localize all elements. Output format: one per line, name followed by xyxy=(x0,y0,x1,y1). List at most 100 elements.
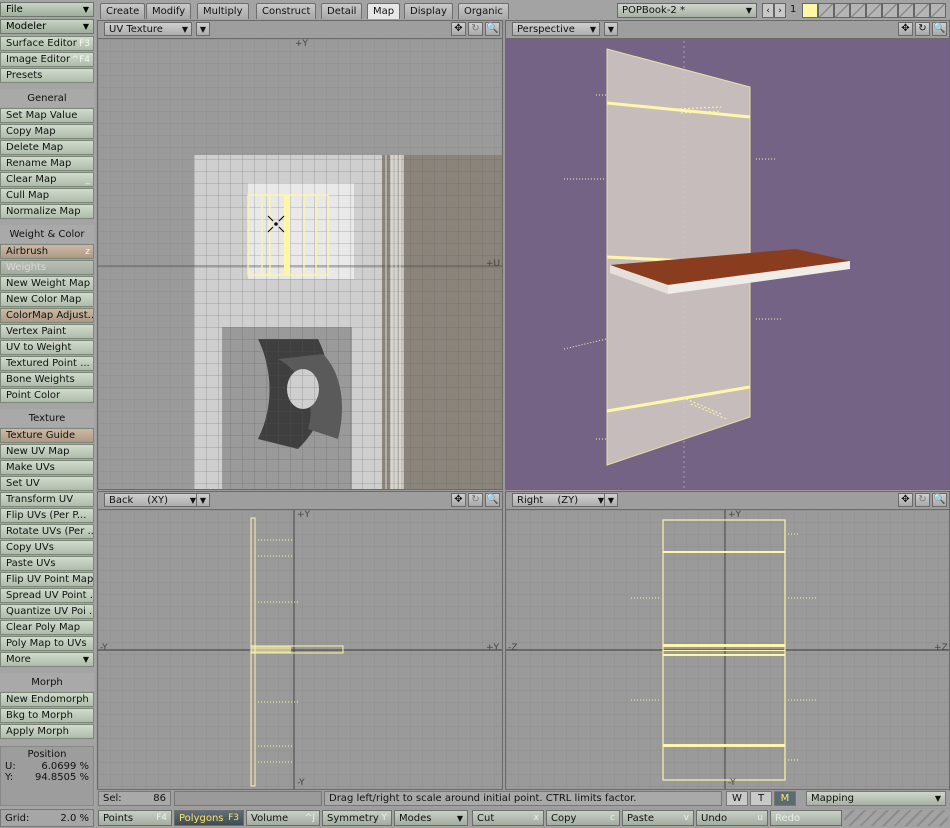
surface-editor-button[interactable]: Surface Editor F3 xyxy=(0,36,94,51)
file-menu[interactable]: File ▼ xyxy=(0,2,94,17)
perspective-viewport[interactable]: Perspective ▼ ▼ ✥ ↻ 🔍 xyxy=(505,20,950,490)
cull-map-button[interactable]: Cull Map xyxy=(0,188,94,203)
copy-button[interactable]: Copy c xyxy=(546,810,620,826)
layer-slot-6[interactable] xyxy=(882,3,898,18)
object-selector[interactable]: POPBook-2 * ▼ xyxy=(617,3,757,18)
uv-to-weight-button[interactable]: UV to Weight xyxy=(0,340,94,355)
paste-button[interactable]: Paste v xyxy=(622,810,694,826)
rotate-view-icon[interactable]: ↻ xyxy=(468,493,483,507)
set-map-value-button[interactable]: Set Map Value xyxy=(0,108,94,123)
rotate-uvs-button[interactable]: Rotate UVs (Per ... xyxy=(0,524,94,539)
spread-uv-point-button[interactable]: Spread UV Point ... xyxy=(0,588,94,603)
cut-button[interactable]: Cut x xyxy=(472,810,544,826)
volume-mode-button[interactable]: Volume ^J xyxy=(246,810,320,826)
image-editor-button[interactable]: Image Editor ^F4 xyxy=(0,52,94,67)
zoom-icon[interactable]: 🔍 xyxy=(932,493,947,507)
prev-layer-icon[interactable]: ‹ xyxy=(762,3,774,18)
perspective-canvas[interactable] xyxy=(506,39,949,489)
tab-display[interactable]: Display xyxy=(404,3,453,19)
symmetry-button[interactable]: Symmetry Y xyxy=(322,810,392,826)
zoom-icon[interactable]: 🔍 xyxy=(932,22,947,36)
next-layer-icon[interactable]: › xyxy=(774,3,786,18)
right-viewport[interactable]: Right (ZY) ▼ ▼ ✥ ↻ 🔍 +Y -Y -Z +Z xyxy=(505,491,950,790)
move-view-icon[interactable]: ✥ xyxy=(898,493,913,507)
vmap-select[interactable]: Mapping ▼ xyxy=(806,791,946,806)
move-view-icon[interactable]: ✥ xyxy=(898,22,913,36)
poly-map-to-uvs-button[interactable]: Poly Map to UVs xyxy=(0,636,94,651)
apply-morph-button[interactable]: Apply Morph xyxy=(0,724,94,739)
rename-map-button[interactable]: Rename Map xyxy=(0,156,94,171)
flip-uv-point-map-button[interactable]: Flip UV Point Map xyxy=(0,572,94,587)
clear-poly-map-button[interactable]: Clear Poly Map xyxy=(0,620,94,635)
layer-slot-5[interactable] xyxy=(866,3,882,18)
texture-guide-button[interactable]: Texture Guide xyxy=(0,428,94,443)
tab-construct[interactable]: Construct xyxy=(256,3,317,19)
new-endomorph-button[interactable]: New Endomorph xyxy=(0,692,94,707)
layer-slot-3[interactable] xyxy=(834,3,850,18)
polygons-mode-button[interactable]: Polygons F3 xyxy=(174,810,244,826)
modes-menu[interactable]: Modes ▼ xyxy=(394,810,468,826)
rotate-view-icon[interactable]: ↻ xyxy=(915,493,930,507)
layer-slot-8[interactable] xyxy=(914,3,930,18)
view-options-dropdown[interactable]: ▼ xyxy=(196,493,210,507)
quantize-uv-button[interactable]: Quantize UV Poi ... xyxy=(0,604,94,619)
copy-map-button[interactable]: Copy Map xyxy=(0,124,94,139)
morph-toggle[interactable]: M xyxy=(774,791,796,806)
copy-uvs-button[interactable]: Copy UVs xyxy=(0,540,94,555)
zoom-icon[interactable]: 🔍 xyxy=(485,22,500,36)
zoom-icon[interactable]: 🔍 xyxy=(485,493,500,507)
move-view-icon[interactable]: ✥ xyxy=(451,493,466,507)
viewport-type-select[interactable]: Right (ZY) ▼ xyxy=(512,493,608,507)
rotate-view-icon[interactable]: ↻ xyxy=(915,22,930,36)
presets-button[interactable]: Presets xyxy=(0,68,94,83)
view-options-dropdown[interactable]: ▼ xyxy=(196,22,210,36)
weight-toggle[interactable]: W xyxy=(726,791,748,806)
view-options-dropdown[interactable]: ▼ xyxy=(604,22,618,36)
modeler-menu[interactable]: Modeler ▼ xyxy=(0,19,94,34)
normalize-map-button[interactable]: Normalize Map xyxy=(0,204,94,219)
point-color-button[interactable]: Point Color xyxy=(0,388,94,403)
tab-organic[interactable]: Organic xyxy=(458,3,509,19)
transform-uv-button[interactable]: Transform UV xyxy=(0,492,94,507)
vertex-paint-button[interactable]: Vertex Paint xyxy=(0,324,94,339)
clear-map-button[interactable]: Clear Map _ xyxy=(0,172,94,187)
move-view-icon[interactable]: ✥ xyxy=(451,22,466,36)
tab-detail[interactable]: Detail xyxy=(321,3,363,19)
weights-button[interactable]: Weights xyxy=(0,260,94,275)
viewport-type-select[interactable]: UV Texture ▼ xyxy=(104,22,192,36)
layer-slot-4[interactable] xyxy=(850,3,866,18)
undo-button[interactable]: Undo u xyxy=(696,810,768,826)
new-weight-map-button[interactable]: New Weight Map xyxy=(0,276,94,291)
tab-create[interactable]: Create xyxy=(100,3,146,19)
delete-map-button[interactable]: Delete Map xyxy=(0,140,94,155)
textured-point-button[interactable]: Textured Point ... xyxy=(0,356,94,371)
airbrush-button[interactable]: Airbrush z xyxy=(0,244,94,259)
layer-slot-9[interactable] xyxy=(930,3,946,18)
new-uv-map-button[interactable]: New UV Map xyxy=(0,444,94,459)
layer-slot-1[interactable] xyxy=(802,3,818,18)
viewport-type-select[interactable]: Back (XY) ▼ xyxy=(104,493,200,507)
new-color-map-button[interactable]: New Color Map xyxy=(0,292,94,307)
bkg-to-morph-button[interactable]: Bkg to Morph xyxy=(0,708,94,723)
flip-uvs-button[interactable]: Flip UVs (Per P... xyxy=(0,508,94,523)
layer-slot-2[interactable] xyxy=(818,3,834,18)
viewport-type-select[interactable]: Perspective ▼ xyxy=(512,22,600,36)
tab-multiply[interactable]: Multiply xyxy=(197,3,249,19)
tab-modify[interactable]: Modify xyxy=(146,3,192,19)
back-viewport[interactable]: Back (XY) ▼ ▼ ✥ ↻ 🔍 +Y -Y -Y +Y xyxy=(97,491,503,790)
bone-weights-button[interactable]: Bone Weights xyxy=(0,372,94,387)
rotate-view-icon[interactable]: ↻ xyxy=(468,22,483,36)
make-uvs-button[interactable]: Make UVs xyxy=(0,460,94,475)
paste-uvs-button[interactable]: Paste UVs xyxy=(0,556,94,571)
back-canvas[interactable]: +Y -Y -Y +Y xyxy=(98,510,502,789)
layer-slot-7[interactable] xyxy=(898,3,914,18)
tab-map[interactable]: Map xyxy=(367,3,401,19)
texture-toggle[interactable]: T xyxy=(750,791,772,806)
more-menu[interactable]: More ▼ xyxy=(0,652,94,667)
right-canvas[interactable]: +Y -Y -Z +Z xyxy=(506,510,949,789)
points-mode-button[interactable]: Points F4 xyxy=(98,810,172,826)
set-uv-button[interactable]: Set UV xyxy=(0,476,94,491)
view-options-dropdown[interactable]: ▼ xyxy=(604,493,618,507)
colormap-adjust-button[interactable]: ColorMap Adjust... xyxy=(0,308,94,323)
redo-button[interactable]: Redo xyxy=(770,810,842,826)
